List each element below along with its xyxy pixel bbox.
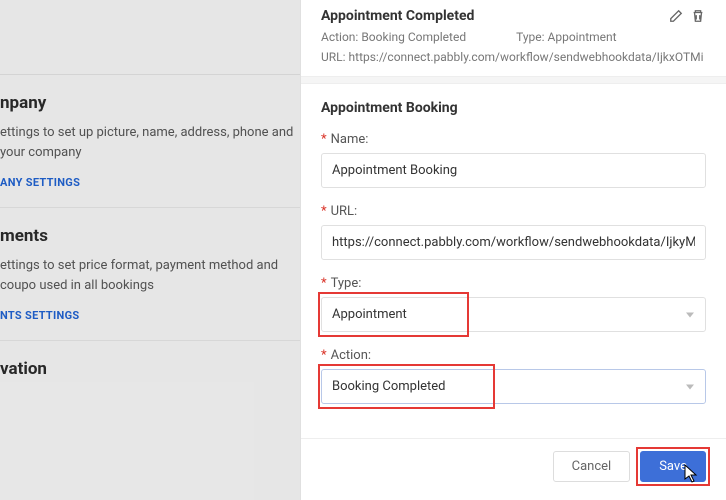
url-group: *URL: bbox=[321, 204, 706, 260]
form-title: Appointment Booking bbox=[321, 100, 706, 116]
company-settings-link[interactable]: ANY SETTINGS bbox=[0, 176, 300, 189]
button-row: Cancel Save bbox=[301, 438, 726, 496]
action-meta: Action: Booking Completed bbox=[321, 30, 466, 44]
panel-header: Appointment Completed bbox=[301, 0, 726, 30]
cancel-button[interactable]: Cancel bbox=[553, 451, 631, 482]
payments-settings-link[interactable]: NTS SETTINGS bbox=[0, 309, 300, 322]
form-section: Appointment Booking *Name: *URL: *Type: … bbox=[301, 84, 726, 428]
edit-icon[interactable] bbox=[668, 8, 684, 24]
company-desc: ettings to set up picture, name, address… bbox=[0, 123, 300, 162]
section-divider bbox=[301, 76, 726, 84]
activation-section: vation bbox=[0, 341, 300, 407]
panel-title: Appointment Completed bbox=[321, 8, 474, 24]
payments-title: ments bbox=[0, 226, 300, 246]
action-label: *Action: bbox=[321, 348, 706, 363]
url-meta: URL: https://connect.pabbly.com/workflow… bbox=[301, 48, 726, 76]
activation-title: vation bbox=[0, 359, 300, 379]
save-button-label: Save bbox=[659, 459, 687, 474]
type-meta: Type: Appointment bbox=[516, 30, 616, 44]
name-group: *Name: bbox=[321, 132, 706, 188]
type-select[interactable]: Appointment bbox=[321, 297, 706, 332]
save-button[interactable]: Save bbox=[640, 451, 706, 482]
payments-section: ments ettings to set price format, payme… bbox=[0, 208, 300, 341]
meta-row: Action: Booking Completed Type: Appointm… bbox=[301, 30, 726, 48]
delete-icon[interactable] bbox=[690, 8, 706, 24]
background-settings-panel: npany ettings to set up picture, name, a… bbox=[0, 0, 300, 500]
action-group: *Action: Booking Completed bbox=[321, 348, 706, 404]
name-label: *Name: bbox=[321, 132, 706, 147]
url-label: *URL: bbox=[321, 204, 706, 219]
payments-desc: ettings to set price format, payment met… bbox=[0, 256, 300, 295]
company-section: npany ettings to set up picture, name, a… bbox=[0, 75, 300, 208]
type-group: *Type: Appointment bbox=[321, 276, 706, 332]
webhook-side-panel: Appointment Completed Action: Booking Co… bbox=[300, 0, 726, 500]
company-title: npany bbox=[0, 93, 300, 113]
type-label: *Type: bbox=[321, 276, 706, 291]
action-select[interactable]: Booking Completed bbox=[321, 369, 706, 404]
name-input[interactable] bbox=[321, 153, 706, 188]
url-input[interactable] bbox=[321, 225, 706, 260]
